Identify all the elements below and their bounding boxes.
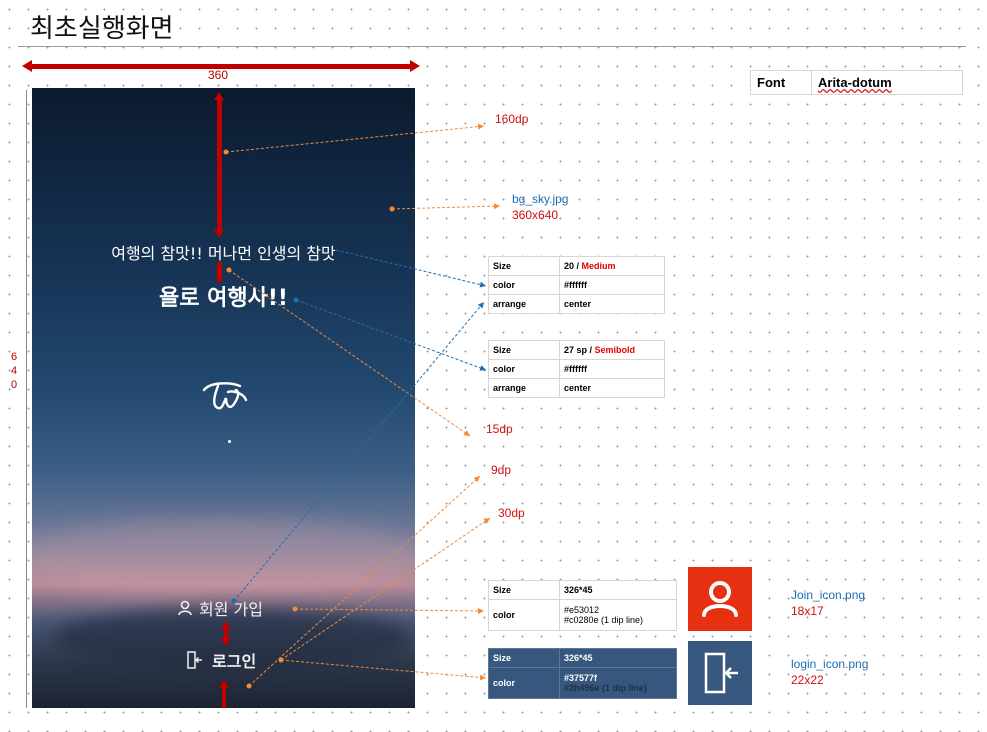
door-exit-icon [187, 651, 202, 669]
spec-key: color [488, 359, 560, 379]
login-button-label: 로그인 [212, 652, 257, 671]
spec-key: Size [488, 340, 560, 360]
height-digit: 4 [10, 365, 18, 377]
join-icon-preview [688, 567, 752, 631]
bottom-margin-note: 30dp [498, 506, 525, 520]
spec-key: Size [488, 580, 560, 600]
spec-key: Size [488, 648, 560, 668]
arrow-down-icon [221, 638, 231, 646]
spec-value: 326*45 [559, 580, 677, 600]
gap-bar [217, 262, 222, 282]
spec-value: center [559, 378, 665, 398]
spec-key: Size [488, 256, 560, 276]
brand-title-text: 욜로 여행사!! [159, 286, 288, 311]
spec-value: 27 sp / Semibold [559, 340, 665, 360]
width-dimension-label: 360 [208, 68, 229, 82]
bg-file-note: bg_sky.jpg [512, 192, 569, 206]
join-button-label: 회원 가입 [199, 600, 263, 619]
arrow-right-icon [410, 60, 420, 72]
bottom-margin-bar [222, 688, 226, 708]
spec-value: 326*45 [559, 648, 677, 668]
spec-key: arrange [488, 378, 560, 398]
spec-value: center [559, 294, 665, 314]
font-value: Arita-dotum [811, 70, 963, 95]
top-margin-bar [217, 98, 222, 234]
spec-value: #e53012 #c0280e (1 dip line) [559, 599, 677, 631]
height-digit: 0 [10, 379, 18, 391]
spec-value: 20 / Medium [559, 256, 665, 276]
phone-screen-mockup: 여행의 참맛!! 머나먼 인생의 참맛 욜로 여행사!! 회원 가입 로그인 [32, 88, 415, 708]
font-spec-table: Font Arita-dotum [750, 70, 963, 95]
top-margin-note: 160dp [495, 112, 529, 126]
arrow-down-icon [214, 230, 224, 238]
height-dimension-label: 6 4 0 [9, 350, 19, 392]
spec-table-title: Size 27 sp / Semibold color #ffffff arra… [488, 340, 665, 398]
twice-logo-icon [202, 382, 248, 410]
user-icon [702, 581, 738, 617]
spec-table-login-button: Size 326*45 color #37577f #2h496e (1 dip … [488, 648, 677, 699]
login-icon-preview [688, 641, 752, 705]
height-dimension-line [26, 90, 27, 708]
join-button[interactable]: 회원 가입 [177, 596, 263, 620]
height-digit: 6 [10, 351, 18, 363]
gap-bar [224, 628, 228, 638]
join-icon-size-note: 18x17 [791, 604, 824, 618]
login-button[interactable]: 로그인 [184, 648, 256, 672]
arrow-up-icon [219, 680, 229, 688]
arrow-left-icon [22, 60, 32, 72]
spec-key: color [488, 599, 560, 631]
login-icon-size-note: 22x22 [791, 673, 824, 687]
cloud-decoration [32, 518, 415, 598]
bg-size-note: 360x640 [512, 208, 559, 222]
spec-value: #ffffff [559, 359, 665, 379]
tagline-text: 여행의 참맛!! 머나먼 인생의 참맛 [111, 244, 336, 263]
spec-key: arrange [488, 294, 560, 314]
text-gap-note: 15dp [486, 422, 513, 436]
title-divider [18, 46, 966, 47]
spec-table-join-button: Size 326*45 color #e53012 #c0280e (1 dip … [488, 580, 677, 631]
star-dot [228, 440, 231, 443]
spec-value: #ffffff [559, 275, 665, 295]
user-icon [178, 600, 192, 616]
spec-key: color [488, 667, 560, 699]
font-label: Font [750, 70, 812, 95]
join-icon-file-note: Join_icon.png [791, 588, 866, 602]
login-icon-file-note: login_icon.png [791, 657, 869, 671]
spec-value: #37577f #2h496e (1 dip line) [559, 667, 677, 699]
spec-table-tagline: Size 20 / Medium color #ffffff arrange c… [488, 256, 665, 314]
door-exit-icon [704, 652, 738, 694]
spec-key: color [488, 275, 560, 295]
button-gap-note: 9dp [491, 463, 512, 477]
page-title: 최초실행화면 [30, 14, 174, 44]
